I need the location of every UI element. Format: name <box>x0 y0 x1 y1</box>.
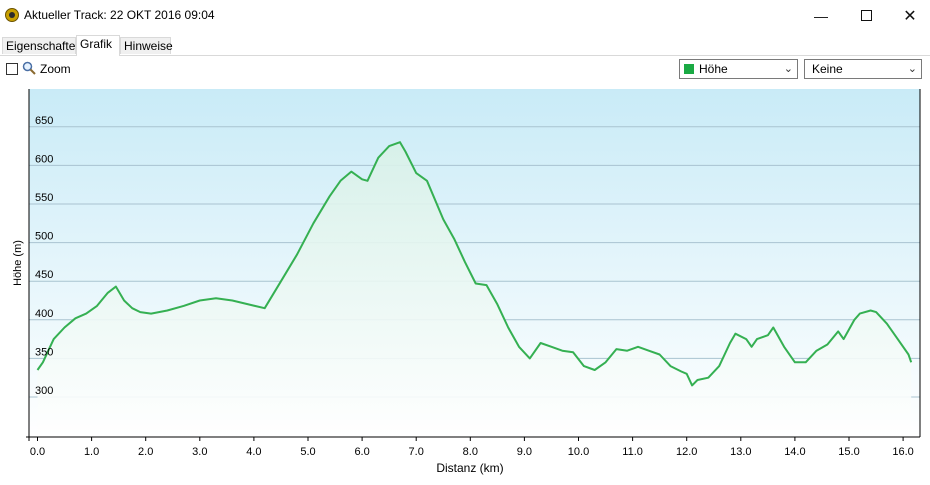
y-tick-label: 550 <box>35 192 53 204</box>
y-axis-label: Höhe (m) <box>12 240 24 286</box>
x-tick-label: 5.0 <box>300 446 315 458</box>
x-tick-label: 0.0 <box>30 446 45 458</box>
x-tick-label: 12.0 <box>676 446 697 458</box>
tab-grafik[interactable]: Grafik <box>76 35 120 56</box>
y-tick-label: 500 <box>35 231 53 243</box>
x-tick-label: 7.0 <box>409 446 424 458</box>
x-tick-label: 8.0 <box>463 446 478 458</box>
x-axis-label: Distanz (km) <box>436 461 503 475</box>
y-tick-label: 450 <box>35 269 53 281</box>
x-tick-label: 4.0 <box>246 446 261 458</box>
y-tick-label: 400 <box>35 308 53 320</box>
x-tick-label: 14.0 <box>784 446 805 458</box>
x-tick-label: 15.0 <box>838 446 859 458</box>
x-tick-label: 1.0 <box>84 446 99 458</box>
y-tick-label: 350 <box>35 346 53 358</box>
x-tick-label: 3.0 <box>192 446 207 458</box>
y-tick-label: 300 <box>35 385 53 397</box>
y-tick-label: 650 <box>35 115 53 127</box>
x-tick-label: 13.0 <box>730 446 751 458</box>
x-tick-label: 6.0 <box>354 446 369 458</box>
elevation-chart: 300 350 400 450 500 550 600 650 0.0 1.0 2.0 3.0 4.0 5… <box>12 89 921 475</box>
x-tick-label: 10.0 <box>568 446 589 458</box>
x-tick-label: 16.0 <box>892 446 913 458</box>
y-tick-label: 600 <box>35 153 53 165</box>
x-tick-label: 2.0 <box>138 446 153 458</box>
x-tick-label: 11.0 <box>622 446 643 458</box>
x-tick-label: 9.0 <box>517 446 532 458</box>
